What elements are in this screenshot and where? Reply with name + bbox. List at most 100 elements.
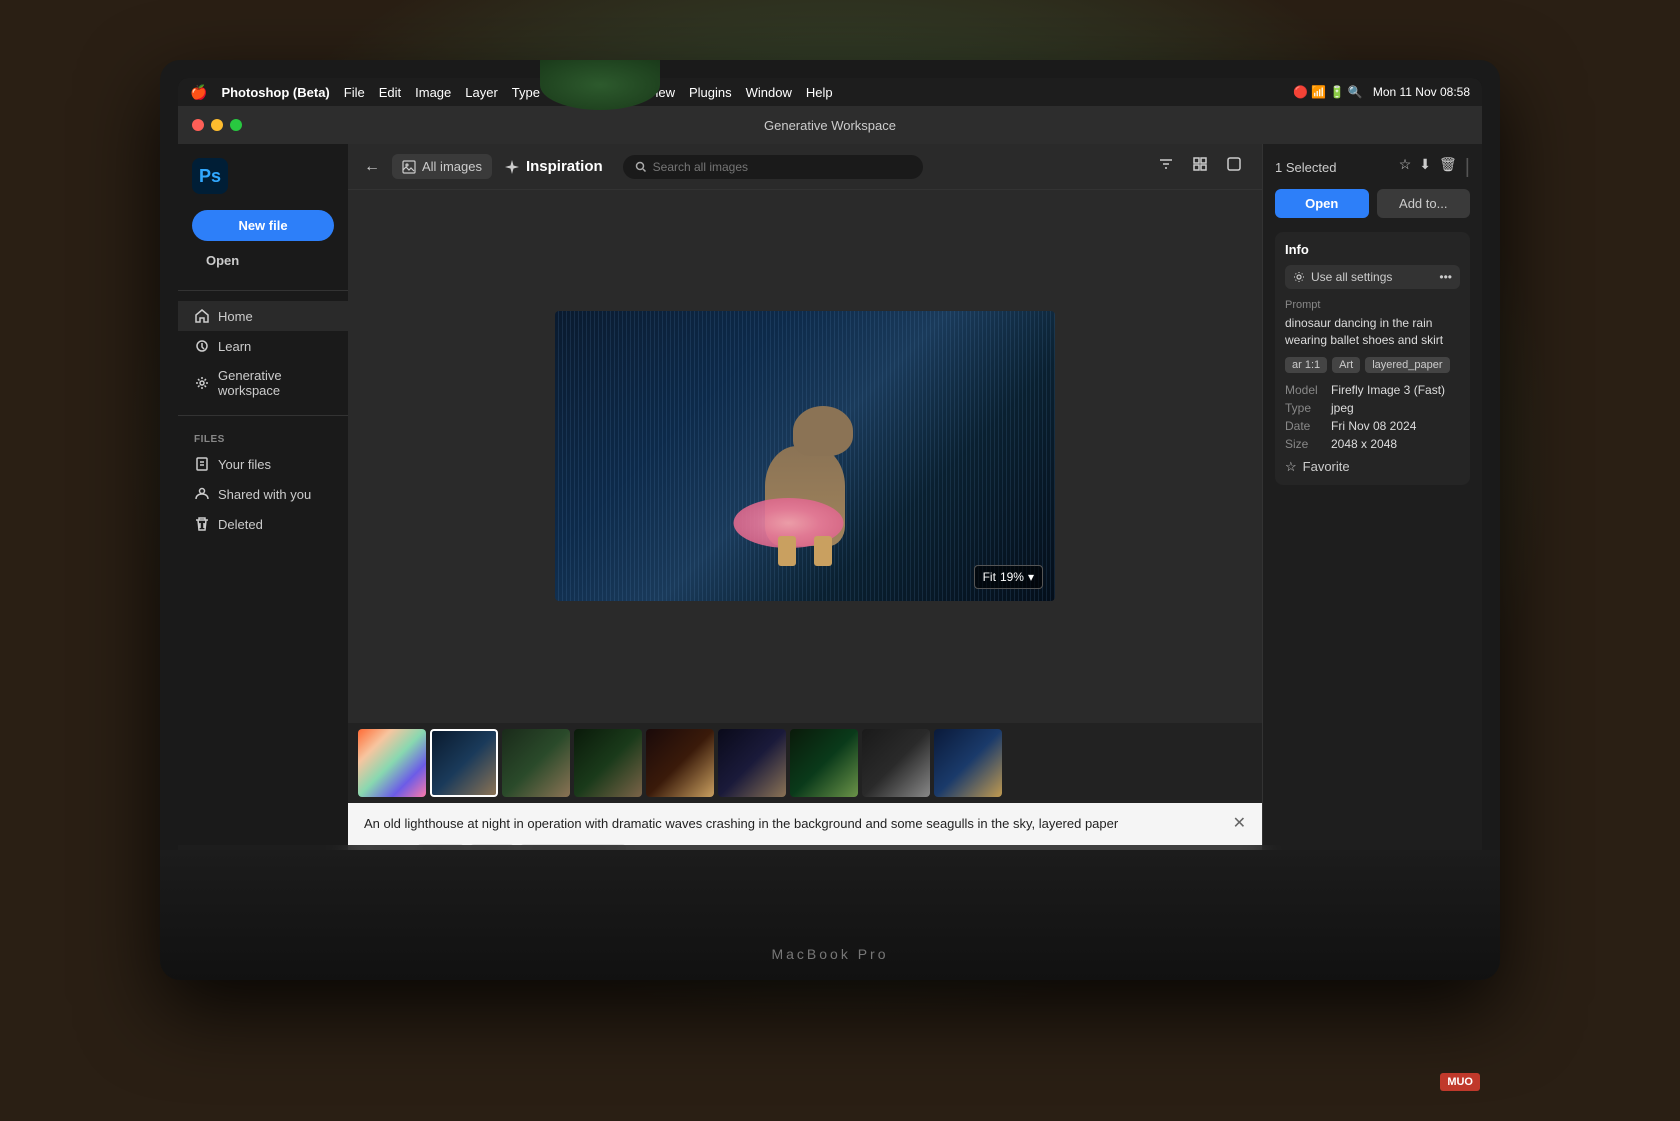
panel-actions: Open Add to...	[1275, 189, 1470, 218]
toolbar-actions	[1154, 152, 1246, 181]
sidebar-learn-label: Learn	[218, 339, 251, 354]
muo-watermark: MUO	[1440, 1073, 1480, 1091]
zoom-chevron-icon: ▾	[1028, 570, 1034, 584]
ps-logo: Ps	[192, 158, 228, 194]
open-button[interactable]: Open	[192, 249, 334, 272]
thumbnail-8[interactable]	[862, 729, 930, 797]
search-input[interactable]	[653, 160, 911, 174]
thumbnail-5[interactable]	[646, 729, 714, 797]
view-mode-icon[interactable]	[1222, 152, 1246, 181]
thumbnail-6[interactable]	[718, 729, 786, 797]
all-images-button[interactable]: All images	[392, 154, 492, 179]
app-area: Ps New file Open Home Learn Generative	[178, 144, 1482, 920]
date-value: Fri Nov 08 2024	[1331, 419, 1416, 433]
size-label: Size	[1285, 437, 1325, 451]
menubar-right: 🔴 📶 🔋 🔍 Mon 11 Nov 08:58	[1293, 85, 1470, 99]
thumbnail-4[interactable]	[574, 729, 642, 797]
thumbnail-1[interactable]	[358, 729, 426, 797]
minimize-button[interactable]	[211, 119, 223, 131]
toolbar: ← All images Inspiration	[348, 144, 1262, 190]
favorite-star-icon: ☆	[1285, 459, 1297, 475]
star-icon[interactable]: ☆	[1399, 156, 1412, 179]
files-section-label: FILES	[178, 426, 348, 449]
info-section: Info Use all settings ••• Prompt dinosau…	[1275, 232, 1470, 485]
sidebar-home-label: Home	[218, 309, 253, 324]
thumbnail-strip	[348, 723, 1262, 803]
filter-icon[interactable]	[1154, 152, 1178, 181]
panel-divider: |	[1465, 156, 1470, 179]
prompt-close-button[interactable]: ✕	[1233, 813, 1246, 833]
trash-icon	[194, 516, 210, 532]
info-date-row: Date Fri Nov 08 2024	[1285, 419, 1460, 433]
info-model-row: Model Firefly Image 3 (Fast)	[1285, 383, 1460, 397]
menu-layer[interactable]: Layer	[465, 85, 498, 100]
apple-logo-icon[interactable]: 🍎	[190, 84, 207, 101]
new-file-button[interactable]: New file	[192, 210, 334, 241]
zoom-value: 19%	[1000, 570, 1024, 584]
menubar: 🍎 Photoshop (Beta) File Edit Image Layer…	[178, 78, 1482, 106]
sidebar-divider-2	[178, 415, 348, 416]
type-label: Type	[1285, 401, 1325, 415]
main-content: ← All images Inspiration	[348, 144, 1262, 920]
sidebar-item-your-files[interactable]: Your files	[178, 449, 348, 479]
window-chrome: Generative Workspace	[178, 106, 1482, 144]
favorite-label: Favorite	[1303, 459, 1350, 474]
sidebar-item-generative-workspace[interactable]: Generative workspace	[178, 361, 348, 405]
search-container	[623, 155, 923, 179]
sidebar: Ps New file Open Home Learn Generative	[178, 144, 348, 920]
sidebar-deleted-label: Deleted	[218, 517, 263, 532]
sidebar-divider-1	[178, 290, 348, 291]
thumbnail-3[interactable]	[502, 729, 570, 797]
selected-count: 1 Selected	[1275, 160, 1336, 175]
favorite-button[interactable]: ☆ Favorite	[1285, 459, 1460, 475]
screen-bezel: 🍎 Photoshop (Beta) File Edit Image Layer…	[178, 78, 1482, 920]
size-value: 2048 x 2048	[1331, 437, 1397, 451]
maximize-button[interactable]	[230, 119, 242, 131]
fit-button[interactable]: Fit 19% ▾	[974, 565, 1043, 589]
thumbnail-2[interactable]	[430, 729, 498, 797]
window-title: Generative Workspace	[764, 118, 896, 133]
right-panel: 1 Selected ☆ ⬇ 🗑 | Open Add to... Inf	[1262, 144, 1482, 920]
sidebar-item-deleted[interactable]: Deleted	[178, 509, 348, 539]
fit-label: Fit	[983, 570, 996, 584]
all-images-label: All images	[422, 159, 482, 174]
use-all-settings-button[interactable]: Use all settings •••	[1285, 265, 1460, 289]
more-options-button[interactable]: •••	[1439, 270, 1452, 284]
menu-type[interactable]: Type	[512, 85, 540, 100]
menu-help[interactable]: Help	[806, 85, 833, 100]
model-value: Firefly Image 3 (Fast)	[1331, 383, 1445, 397]
generative-icon	[194, 375, 210, 391]
sidebar-item-home[interactable]: Home	[178, 301, 348, 331]
sidebar-item-learn[interactable]: Learn	[178, 331, 348, 361]
info-title: Info	[1285, 242, 1460, 257]
thumbnail-9[interactable]	[934, 729, 1002, 797]
close-button[interactable]	[192, 119, 204, 131]
menu-plugins[interactable]: Plugins	[689, 85, 732, 100]
menu-image[interactable]: Image	[415, 85, 451, 100]
info-tag-art: Art	[1332, 357, 1360, 373]
info-tag-layered: layered_paper	[1365, 357, 1449, 373]
open-button[interactable]: Open	[1275, 189, 1369, 218]
delete-icon[interactable]: 🗑	[1439, 156, 1457, 179]
grid-view-icon[interactable]	[1188, 152, 1212, 181]
menu-edit[interactable]: Edit	[379, 85, 401, 100]
file-icon	[194, 456, 210, 472]
sidebar-item-shared[interactable]: Shared with you	[178, 479, 348, 509]
laptop-bottom-bar: MacBook Pro	[160, 850, 1500, 980]
thumbnail-7[interactable]	[790, 729, 858, 797]
info-type-row: Type jpeg	[1285, 401, 1460, 415]
panel-action-icons: ☆ ⬇ 🗑 |	[1399, 156, 1470, 179]
info-prompt-text: dinosaur dancing in the rain wearing bal…	[1285, 315, 1460, 349]
main-image-display: Fit 19% ▾	[555, 311, 1055, 601]
menubar-left: 🍎 Photoshop (Beta) File Edit Image Layer…	[190, 84, 833, 101]
menu-file[interactable]: File	[344, 85, 365, 100]
add-to-button[interactable]: Add to...	[1377, 189, 1471, 218]
shared-icon	[194, 486, 210, 502]
learn-icon	[194, 338, 210, 354]
back-button[interactable]: ←	[364, 158, 380, 176]
inspiration-label: Inspiration	[526, 158, 603, 175]
use-all-settings-label: Use all settings	[1311, 270, 1392, 284]
download-icon[interactable]: ⬇	[1419, 156, 1431, 179]
images-icon	[402, 160, 416, 174]
menu-window[interactable]: Window	[746, 85, 792, 100]
